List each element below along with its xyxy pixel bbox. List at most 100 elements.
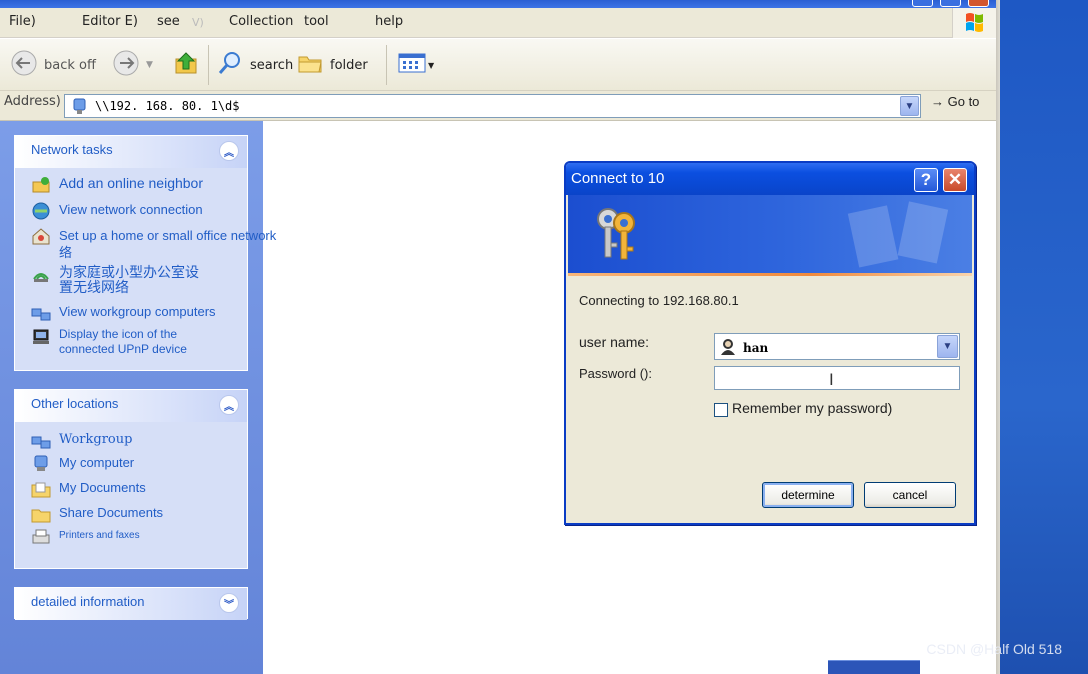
shared-documents-icon xyxy=(31,505,51,523)
password-input[interactable] xyxy=(714,366,960,390)
network-tasks-panel: Network tasks ︽ Add an online neighbor V… xyxy=(14,135,276,371)
workgroup-icon xyxy=(31,432,51,450)
location-shared-documents[interactable]: Share Documents xyxy=(31,505,163,523)
search-label: search xyxy=(250,57,294,73)
address-dropdown-icon[interactable]: ▼ xyxy=(900,96,919,116)
network-tasks-title: Network tasks xyxy=(31,142,113,157)
details-title: detailed information xyxy=(31,594,145,609)
toolbar-separator xyxy=(208,45,209,85)
minimize-button[interactable] xyxy=(912,0,933,7)
details-header[interactable]: detailed information ︾ xyxy=(15,588,247,620)
window-close-button[interactable] xyxy=(968,0,989,7)
user-avatar-icon xyxy=(720,338,736,359)
connecting-text: Connecting to 192.168.80.1 xyxy=(579,293,739,308)
menu-edit[interactable]: Editor E) xyxy=(82,14,138,29)
home-network-icon xyxy=(31,227,51,245)
add-network-place-icon xyxy=(31,176,51,194)
cancel-button[interactable]: cancel xyxy=(864,482,956,508)
collapse-chevron-icon[interactable]: ︽ xyxy=(219,141,239,161)
menu-help[interactable]: help xyxy=(375,14,403,29)
toolbar-separator xyxy=(386,45,387,85)
menu-view-shortcut: V) xyxy=(192,16,204,29)
wireless-network-icon xyxy=(31,265,51,283)
up-folder-button[interactable] xyxy=(172,48,200,82)
network-connections-icon xyxy=(31,202,51,220)
username-combobox[interactable]: han ▼ xyxy=(714,333,960,360)
location-workgroup[interactable]: Workgroup xyxy=(31,432,132,450)
task-view-workgroup-computers[interactable]: View workgroup computers xyxy=(31,304,216,322)
desktop-background xyxy=(1000,0,1088,674)
address-bar: Address) \\192. 168. 80. 1\d$ ▼ → Go to xyxy=(0,91,998,121)
search-button[interactable]: search xyxy=(216,48,293,82)
task-setup-wireless-network[interactable]: 为家庭或小型办公室设 置无线网络 xyxy=(31,265,199,295)
keys-icon xyxy=(586,203,646,270)
taskbar-fragment xyxy=(828,660,920,674)
location-my-computer[interactable]: My computer xyxy=(31,455,134,473)
other-locations-title: Other locations xyxy=(31,396,119,411)
banner-watermark-icon xyxy=(843,199,963,274)
username-label: user name: xyxy=(579,334,650,350)
expand-chevron-icon[interactable]: ︾ xyxy=(219,593,239,613)
printer-icon xyxy=(31,528,51,546)
forward-dropdown-icon[interactable]: ▼ xyxy=(146,60,153,70)
go-button[interactable]: → Go to xyxy=(931,94,979,109)
views-icon xyxy=(398,50,428,80)
other-locations-panel: Other locations ︽ Workgroup My computer … xyxy=(14,389,248,569)
banner-divider xyxy=(568,273,972,276)
dialog-title: Connect to 10 xyxy=(571,170,665,187)
dialog-close-button[interactable]: ✕ xyxy=(943,168,967,192)
folders-button[interactable]: folder xyxy=(296,48,368,82)
my-documents-icon xyxy=(31,480,51,498)
folder-icon xyxy=(296,49,324,81)
folder-label: folder xyxy=(330,57,368,73)
windows-logo-icon xyxy=(952,8,998,38)
details-panel: detailed information ︾ xyxy=(14,587,248,620)
task-add-network-place[interactable]: Add an online neighbor xyxy=(31,176,203,194)
back-label: back off xyxy=(44,57,96,73)
menu-favorites[interactable]: Collection xyxy=(229,14,293,29)
forward-button[interactable]: ▼ xyxy=(112,48,153,82)
dialog-titlebar[interactable]: Connect to 10 ? ✕ xyxy=(566,163,974,195)
network-drive-icon xyxy=(72,98,88,119)
location-printers-faxes[interactable]: Printers and faxes xyxy=(31,528,140,546)
workgroup-computers-icon xyxy=(31,304,51,322)
watermark-text: CSDN @Half Old 518 xyxy=(926,641,1062,657)
menu-view[interactable]: see xyxy=(157,14,180,29)
maximize-button[interactable] xyxy=(940,0,961,7)
views-dropdown-icon: ▼ xyxy=(428,60,435,70)
network-tasks-header[interactable]: Network tasks ︽ xyxy=(15,136,247,168)
other-locations-header[interactable]: Other locations ︽ xyxy=(15,390,247,422)
menu-bar: File) Editor E) see V) Collection tool h… xyxy=(0,8,998,38)
address-value: \\192. 168. 80. 1\d$ xyxy=(95,99,240,113)
ok-button[interactable]: determine xyxy=(762,482,854,508)
back-button[interactable]: back off xyxy=(10,48,96,82)
help-button[interactable]: ? xyxy=(914,168,938,192)
menu-file[interactable]: File) xyxy=(9,14,36,29)
views-button[interactable]: ▼ xyxy=(398,48,434,82)
task-setup-home-network[interactable]: Set up a home or small office network 络 xyxy=(31,227,276,261)
remember-password-label[interactable]: Remember my password) xyxy=(732,400,892,416)
connect-dialog: Connect to 10 ? ✕ Connecting to 192.168.… xyxy=(564,161,976,525)
task-display-upnp-icon[interactable]: Display the icon of the connected UPnP de… xyxy=(31,327,187,357)
dialog-banner xyxy=(568,195,972,273)
username-dropdown-icon[interactable]: ▼ xyxy=(937,335,958,358)
search-icon xyxy=(216,49,244,81)
task-view-network-connections[interactable]: View network connection xyxy=(31,202,203,220)
password-label: Password (): xyxy=(579,366,652,381)
upnp-device-icon xyxy=(31,327,51,345)
remember-password-checkbox[interactable] xyxy=(714,403,728,417)
forward-arrow-icon xyxy=(112,49,140,81)
back-arrow-icon xyxy=(10,49,38,81)
username-value: han xyxy=(743,341,769,355)
collapse-chevron-icon[interactable]: ︽ xyxy=(219,395,239,415)
window-titlebar xyxy=(0,0,998,8)
menu-tools[interactable]: tool xyxy=(304,14,329,29)
address-input[interactable]: \\192. 168. 80. 1\d$ ▼ xyxy=(64,94,921,118)
toolbar: back off ▼ search folder ▼ xyxy=(0,39,998,91)
address-label: Address) xyxy=(4,94,61,109)
up-folder-icon xyxy=(172,49,200,81)
text-cursor-icon: I xyxy=(829,370,834,389)
my-computer-icon xyxy=(31,455,51,473)
location-my-documents[interactable]: My Documents xyxy=(31,480,146,498)
task-pane: Network tasks ︽ Add an online neighbor V… xyxy=(0,121,276,674)
